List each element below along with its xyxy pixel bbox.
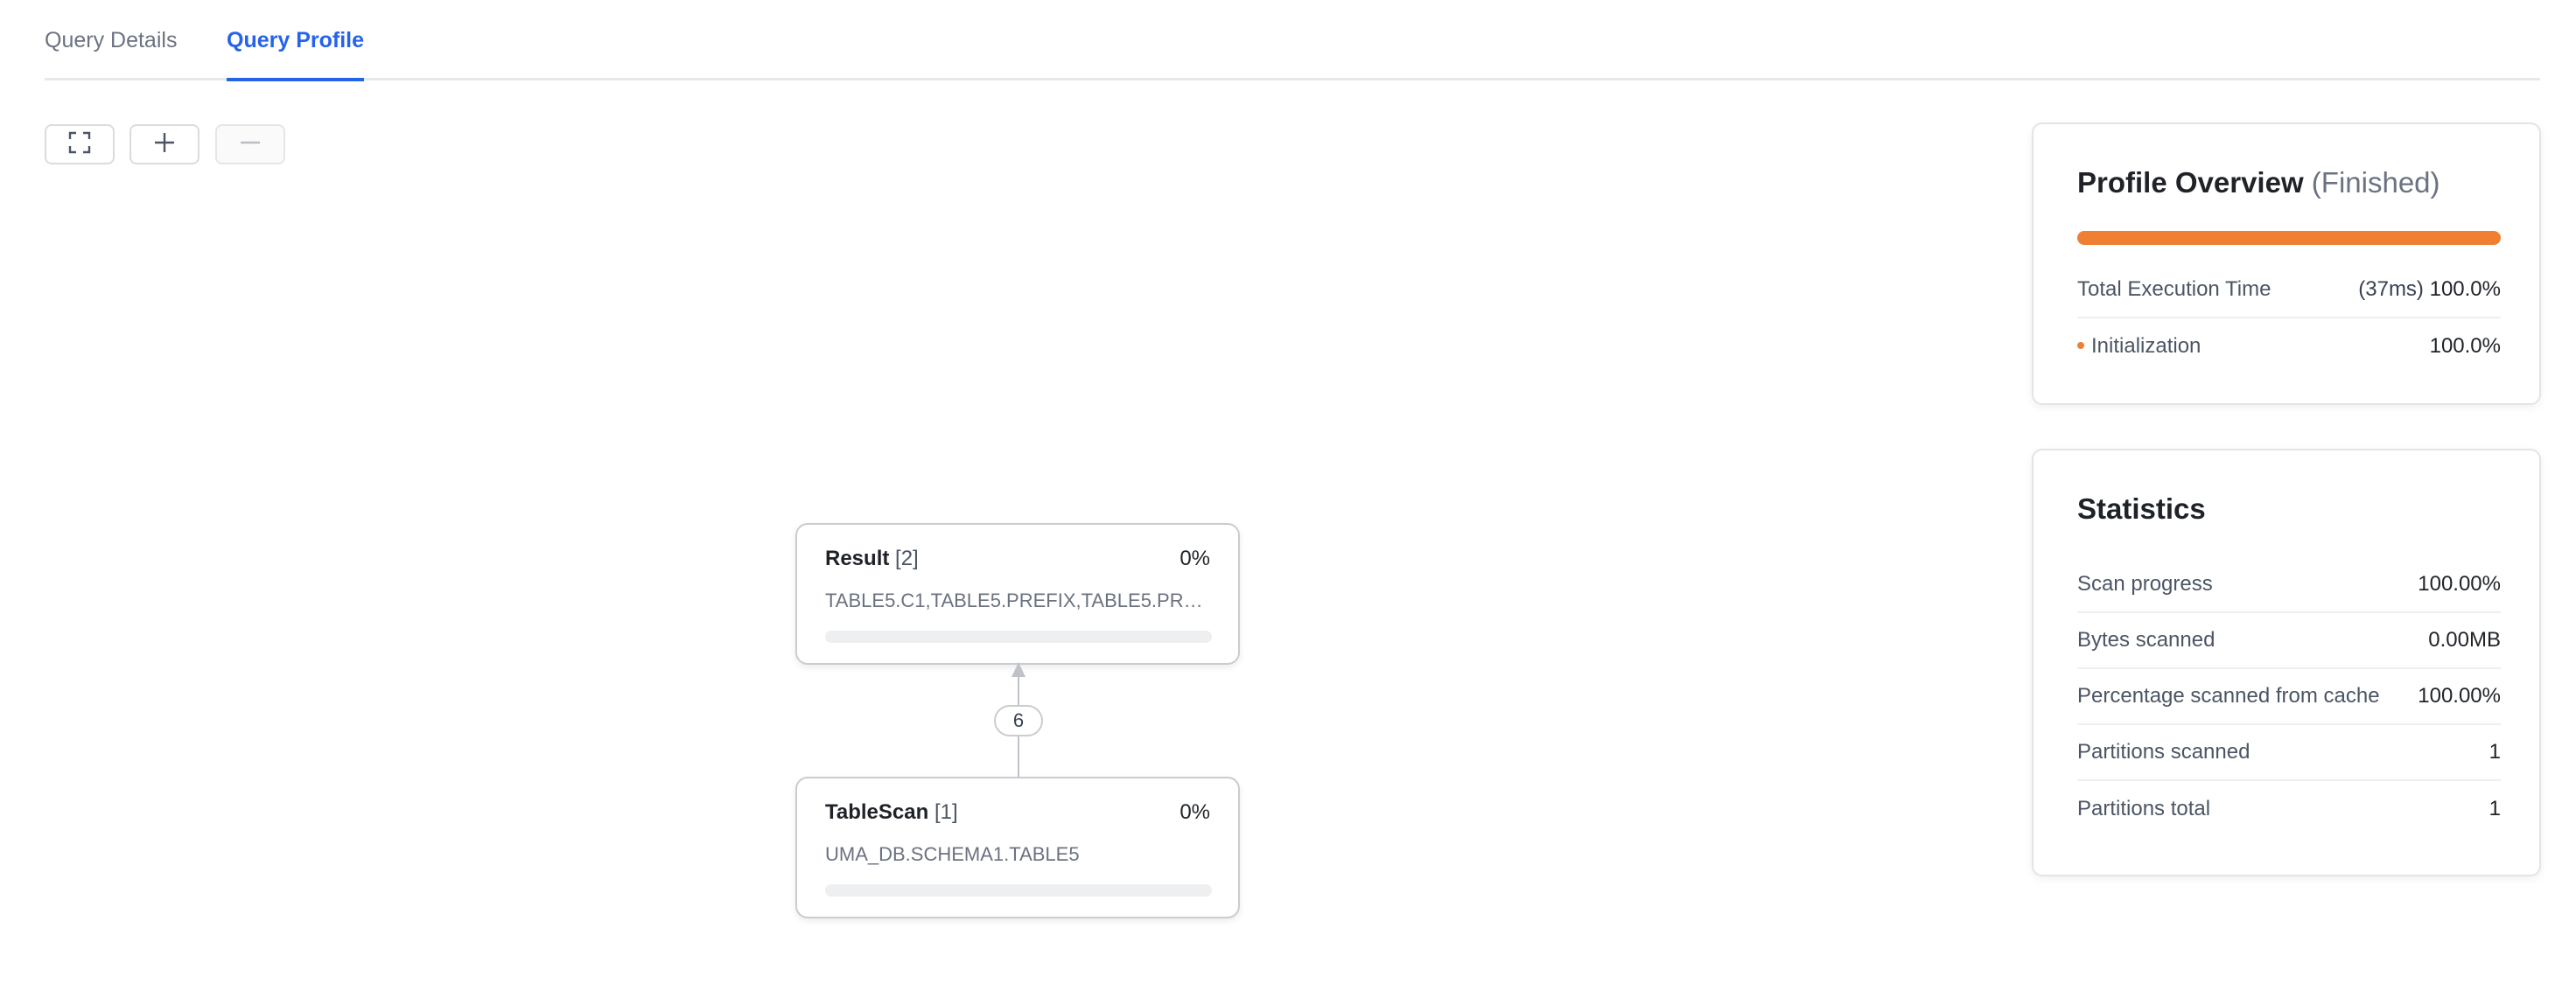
stat-row-scan-progress: Scan progress 100.00% [2077,557,2501,613]
fit-screen-icon [68,131,91,158]
stat-row-partitions-total: Partitions total 1 [2077,781,2501,837]
profile-status: (Finished) [2311,166,2440,199]
row-value: 100.00% [2418,572,2501,596]
stat-row-partitions-scanned: Partitions scanned 1 [2077,725,2501,781]
row-label: Partitions total [2077,797,2211,820]
statistics-title: Statistics [2077,492,2206,525]
tab-query-details[interactable]: Query Details [45,28,177,79]
row-value: 1 [2488,740,2501,764]
stat-row-percentage-scanned-from-cache: Percentage scanned from cache 100.00% [2077,669,2501,725]
node-operator-id: [1] [934,800,958,824]
stat-row-bytes-scanned: Bytes scanned 0.00MB [2077,613,2501,669]
row-label: Bytes scanned [2077,628,2216,652]
tab-query-profile[interactable]: Query Profile [227,28,364,81]
row-label: Scan progress [2077,572,2213,596]
operator-node-result[interactable]: Result [2] 0% TABLE5.C1,TABLE5.PREFIX,TA… [795,523,1240,665]
zoom-in-button[interactable] [130,124,200,164]
tab-bar: Query Details Query Profile [45,0,2540,81]
node-detail: TABLE5.C1,TABLE5.PREFIX,TABLE5.PREFIX_SU… [825,590,1210,611]
plus-icon [154,132,175,157]
edge-arrow-icon [1012,662,1026,677]
row-value: 100.0% [2429,334,2501,358]
execution-progress-bar [2077,231,2501,245]
node-operator-id: [2] [895,547,919,570]
legend-dot-icon [2077,341,2084,349]
minus-icon [240,132,261,157]
edge-row-count: 6 [994,705,1043,736]
overview-row-initialization: Initialization 100.0% [2077,318,2501,374]
profile-overview-title: Profile Overview [2077,166,2304,199]
row-label: Initialization [2077,334,2201,359]
node-detail: UMA_DB.SCHEMA1.TABLE5 [825,843,1080,865]
row-label: Percentage scanned from cache [2077,684,2380,708]
profile-overview-panel: Profile Overview (Finished) Total Execut… [2032,122,2541,405]
node-title: Result [2] [825,547,919,571]
row-value: (37ms) 100.0% [2358,277,2501,302]
node-percent: 0% [1180,547,1210,570]
row-value: 100.00% [2418,684,2501,708]
overview-row-total-execution-time: Total Execution Time (37ms) 100.0% [2077,262,2501,318]
node-operator-name: Result [825,547,890,570]
initialization-label: Initialization [2091,334,2202,358]
row-label: Total Execution Time [2077,277,2272,301]
row-value: 1 [2488,797,2501,820]
fit-to-screen-button[interactable] [45,124,115,164]
node-operator-name: TableScan [825,800,929,824]
execution-time: (37ms) [2358,277,2424,301]
row-value: 0.00MB [2428,628,2501,652]
node-title: TableScan [1] [825,800,958,825]
panel-title: Profile Overview (Finished) [2077,166,2440,199]
zoom-out-button[interactable] [215,124,285,164]
operator-node-tablescan[interactable]: TableScan [1] 0% UMA_DB.SCHEMA1.TABLE5 [795,777,1240,918]
execution-percent: 100.0% [2429,277,2501,301]
node-progress-bar [825,884,1212,897]
node-percent: 0% [1180,800,1210,824]
node-progress-bar [825,631,1212,643]
row-label: Partitions scanned [2077,740,2250,764]
statistics-panel: Statistics Scan progress 100.00% Bytes s… [2032,449,2541,876]
